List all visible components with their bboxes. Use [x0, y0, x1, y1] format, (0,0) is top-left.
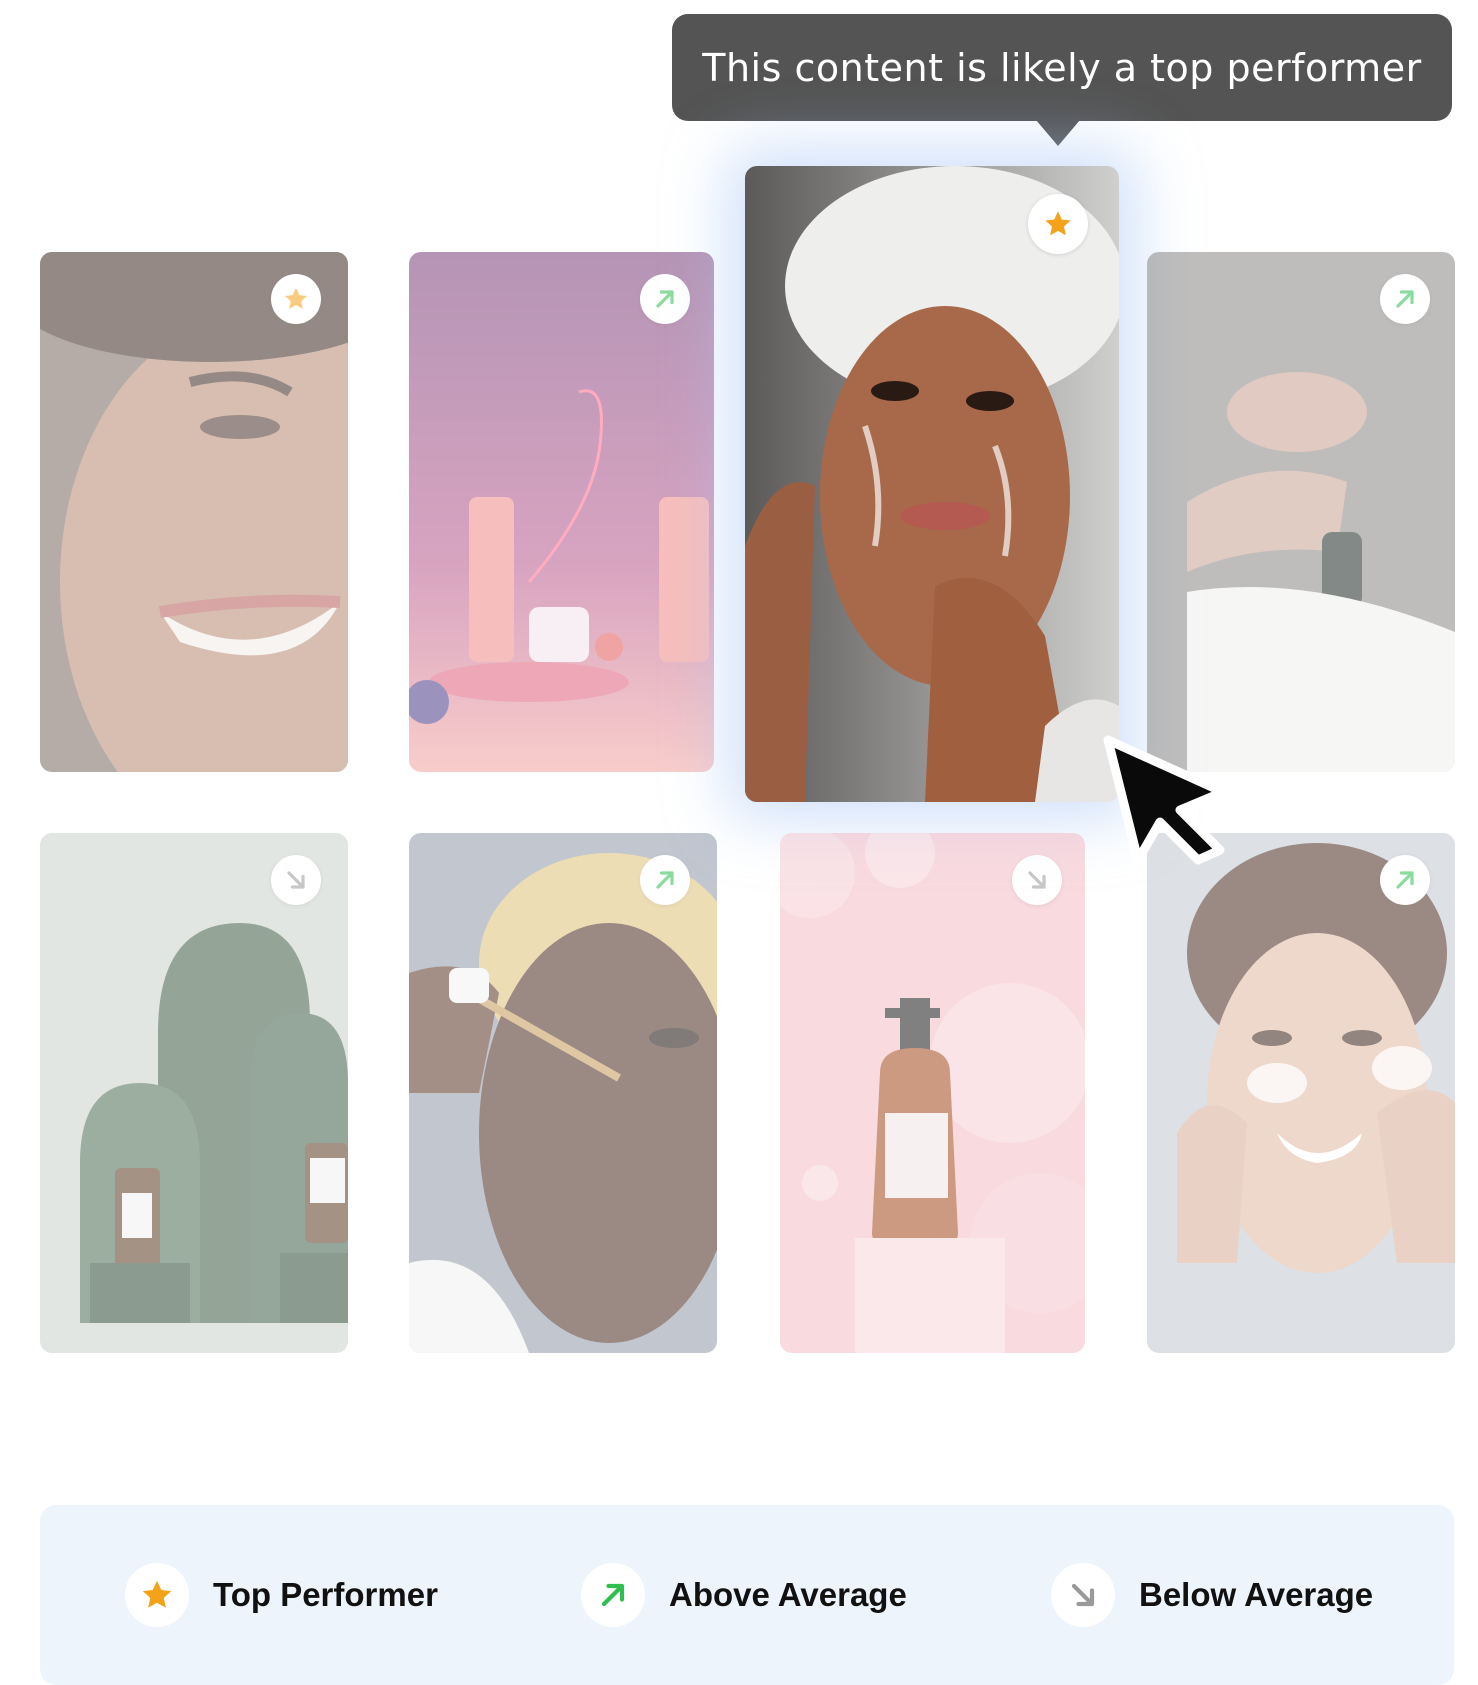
arrow-up-right-icon [1396, 871, 1414, 889]
content-card-8[interactable] [1147, 833, 1455, 1353]
card-1-image [40, 252, 348, 772]
card-6-image [409, 833, 717, 1353]
tooltip-pointer [1036, 120, 1080, 146]
card-2-badge [640, 274, 690, 324]
arrow-up-right-icon [1396, 290, 1414, 308]
legend-panel: Top Performer Above Average Below Averag… [40, 1505, 1454, 1685]
card-3-badge [1028, 194, 1088, 254]
card-7-badge [1012, 855, 1062, 905]
arrow-up-right-icon [656, 290, 674, 308]
arrow-up-right-icon [656, 871, 674, 889]
card-4-image [1147, 252, 1455, 772]
card-8-image [1147, 833, 1455, 1353]
legend-item-above-average: Above Average [581, 1563, 907, 1627]
card-5-badge [271, 855, 321, 905]
card-1-badge [271, 274, 321, 324]
card-3-image [745, 166, 1119, 802]
tooltip-text: This content is likely a top performer [702, 45, 1422, 90]
legend-icon-container [1051, 1563, 1115, 1627]
content-card-3[interactable] [745, 166, 1119, 802]
legend-label: Top Performer [213, 1576, 438, 1613]
content-card-2[interactable] [409, 252, 714, 772]
mouse-cursor-icon [1103, 735, 1228, 865]
arrow-down-right-icon [287, 871, 305, 889]
content-card-5[interactable] [40, 833, 348, 1353]
card-6-badge [640, 855, 690, 905]
legend-icon-container [125, 1563, 189, 1627]
legend-item-below-average: Below Average [1051, 1563, 1373, 1627]
legend-icon-container [581, 1563, 645, 1627]
legend-label: Below Average [1139, 1576, 1374, 1613]
star-icon [1045, 211, 1071, 236]
content-card-1[interactable] [40, 252, 348, 772]
legend-label: Above Average [669, 1576, 907, 1613]
card-8-badge [1380, 855, 1430, 905]
arrow-up-right-icon [601, 1583, 625, 1607]
content-card-7[interactable] [780, 833, 1085, 1353]
legend-item-top-performer: Top Performer [125, 1563, 438, 1627]
arrow-down-right-icon [1028, 871, 1046, 889]
card-2-image [409, 252, 714, 772]
content-card-4[interactable] [1147, 252, 1455, 772]
card-5-image [40, 833, 348, 1353]
star-icon [284, 287, 308, 309]
tooltip: This content is likely a top performer [672, 14, 1452, 121]
card-4-badge [1380, 274, 1430, 324]
content-card-6[interactable] [409, 833, 717, 1353]
arrow-down-right-icon [1071, 1583, 1095, 1607]
card-7-image [780, 833, 1085, 1353]
star-icon [142, 1580, 172, 1608]
